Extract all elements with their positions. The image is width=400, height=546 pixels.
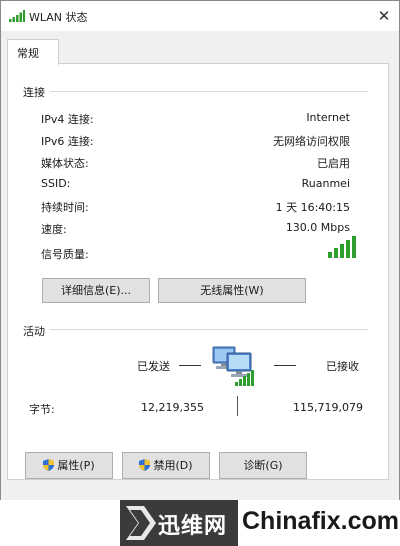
ipv4-value: Internet	[306, 111, 350, 124]
received-label: 已接收	[326, 360, 359, 373]
diagnose-button-label: 诊断(G)	[243, 459, 283, 472]
tab-general[interactable]: 常规	[7, 39, 59, 65]
disable-button-label: 禁用(D)	[153, 459, 193, 472]
ssid-label: SSID:	[41, 177, 71, 190]
duration-value: 1 天 16:40:15	[275, 201, 350, 214]
tab-general-label: 常规	[17, 47, 39, 60]
title-bar: WLAN 状态 ✕	[1, 1, 399, 31]
window-title: WLAN 状态	[29, 11, 88, 24]
brand-logo-icon	[126, 506, 156, 540]
close-button[interactable]: ✕	[369, 1, 399, 31]
watermark-brand-cn: 迅维网	[158, 514, 228, 539]
received-line	[274, 365, 296, 366]
diagnose-button[interactable]: 诊断(G)	[219, 452, 307, 479]
speed-value: 130.0 Mbps	[285, 221, 350, 234]
activity-section-label: 活动	[23, 325, 45, 338]
sent-label: 已发送	[137, 360, 170, 373]
disable-button[interactable]: 禁用(D)	[122, 452, 210, 479]
dialog-body: 常规 连接 IPv4 连接: Internet IPv6 连接: 无网络访问权限…	[1, 31, 399, 545]
ipv6-value: 无网络访问权限	[273, 135, 350, 148]
details-button-label: 详细信息(E)...	[60, 284, 132, 297]
connection-divider	[50, 91, 368, 92]
properties-button[interactable]: 属性(P)	[25, 452, 113, 479]
bytes-received-value: 115,719,079	[293, 401, 363, 414]
activity-divider	[50, 329, 368, 330]
close-icon: ✕	[377, 7, 391, 25]
duration-label: 持续时间:	[41, 201, 89, 214]
properties-button-label: 属性(P)	[57, 459, 95, 472]
bytes-separator	[237, 396, 238, 416]
sent-line	[179, 365, 201, 366]
bytes-label: 字节:	[29, 403, 55, 416]
signal-quality-bars-icon	[328, 236, 356, 258]
wifi-signal-icon	[9, 10, 25, 22]
ipv6-label: IPv6 连接:	[41, 135, 94, 148]
uac-shield-icon	[43, 459, 55, 471]
details-button[interactable]: 详细信息(E)...	[42, 278, 150, 303]
signal-quality-label: 信号质量:	[41, 248, 89, 261]
network-computers-icon	[212, 346, 254, 386]
wireless-properties-button-label: 无线属性(W)	[200, 284, 264, 297]
wireless-properties-button[interactable]: 无线属性(W)	[158, 278, 306, 303]
ipv4-label: IPv4 连接:	[41, 113, 94, 126]
media-state-label: 媒体状态:	[41, 157, 89, 170]
speed-label: 速度:	[41, 223, 67, 236]
connection-section-label: 连接	[23, 86, 45, 99]
ssid-value: Ruanmei	[301, 177, 350, 190]
media-state-value: 已启用	[317, 157, 350, 170]
bytes-sent-value: 12,219,355	[141, 401, 204, 414]
uac-shield-icon	[139, 459, 151, 471]
wlan-status-window: WLAN 状态 ✕ 常规 连接 IPv4 连接: Internet IPv6 连…	[0, 0, 400, 546]
watermark-brand-en: Chinafix.com	[242, 507, 399, 535]
general-panel: 连接 IPv4 连接: Internet IPv6 连接: 无网络访问权限 媒体…	[7, 63, 389, 480]
